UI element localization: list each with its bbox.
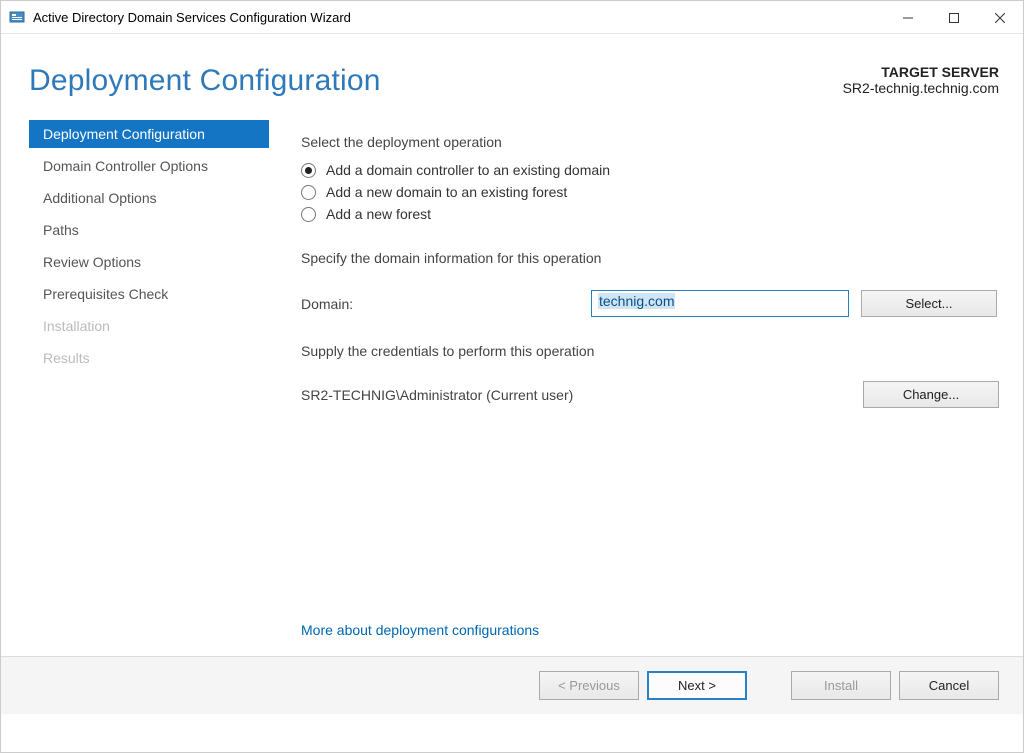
sidebar-item-label: Prerequisites Check bbox=[43, 286, 168, 302]
target-server-label: TARGET SERVER bbox=[843, 64, 999, 80]
sidebar-item-label: Additional Options bbox=[43, 190, 157, 206]
close-button[interactable] bbox=[977, 1, 1023, 34]
sidebar-item-label: Review Options bbox=[43, 254, 141, 270]
sidebar-item-installation: Installation bbox=[29, 312, 269, 340]
radio-new-forest[interactable]: Add a new forest bbox=[301, 206, 999, 222]
sidebar-item-label: Installation bbox=[43, 318, 110, 334]
domain-input-value: technig.com bbox=[598, 293, 675, 309]
credentials-row: SR2-TECHNIG\Administrator (Current user)… bbox=[301, 381, 999, 408]
sidebar-item-review-options[interactable]: Review Options bbox=[29, 248, 269, 276]
target-server-info: TARGET SERVER SR2-technig.technig.com bbox=[843, 64, 999, 96]
radio-label: Add a domain controller to an existing d… bbox=[326, 162, 610, 178]
deployment-operation-radios: Add a domain controller to an existing d… bbox=[301, 162, 999, 228]
sidebar-item-label: Results bbox=[43, 350, 90, 366]
previous-button[interactable]: < Previous bbox=[539, 671, 639, 700]
credentials-value: SR2-TECHNIG\Administrator (Current user) bbox=[301, 387, 863, 403]
app-icon bbox=[9, 9, 25, 25]
credentials-label: Supply the credentials to perform this o… bbox=[301, 343, 999, 359]
select-operation-label: Select the deployment operation bbox=[301, 134, 999, 150]
window-title: Active Directory Domain Services Configu… bbox=[33, 10, 885, 25]
body: Deployment Configuration Domain Controll… bbox=[1, 108, 1023, 656]
maximize-button[interactable] bbox=[931, 1, 977, 34]
sidebar-item-results: Results bbox=[29, 344, 269, 372]
change-credentials-button[interactable]: Change... bbox=[863, 381, 999, 408]
sidebar-item-deployment-configuration[interactable]: Deployment Configuration bbox=[29, 120, 269, 148]
radio-indicator-icon bbox=[301, 163, 316, 178]
header: Deployment Configuration TARGET SERVER S… bbox=[1, 34, 1023, 108]
page-title: Deployment Configuration bbox=[29, 64, 381, 98]
radio-indicator-icon bbox=[301, 207, 316, 222]
sidebar-item-additional-options[interactable]: Additional Options bbox=[29, 184, 269, 212]
radio-label: Add a new forest bbox=[326, 206, 431, 222]
sidebar-item-paths[interactable]: Paths bbox=[29, 216, 269, 244]
next-button[interactable]: Next > bbox=[647, 671, 747, 700]
sidebar-item-label: Paths bbox=[43, 222, 79, 238]
window-controls bbox=[885, 1, 1023, 33]
footer: < Previous Next > Install Cancel bbox=[1, 656, 1023, 714]
radio-indicator-icon bbox=[301, 185, 316, 200]
target-server-name: SR2-technig.technig.com bbox=[843, 80, 999, 96]
specify-domain-label: Specify the domain information for this … bbox=[301, 250, 999, 266]
sidebar-item-domain-controller-options[interactable]: Domain Controller Options bbox=[29, 152, 269, 180]
select-domain-button[interactable]: Select... bbox=[861, 290, 997, 317]
sidebar-item-label: Domain Controller Options bbox=[43, 158, 208, 174]
radio-new-domain-existing-forest[interactable]: Add a new domain to an existing forest bbox=[301, 184, 999, 200]
domain-input[interactable]: technig.com bbox=[591, 290, 849, 317]
radio-existing-domain[interactable]: Add a domain controller to an existing d… bbox=[301, 162, 999, 178]
sidebar-item-prerequisites-check[interactable]: Prerequisites Check bbox=[29, 280, 269, 308]
install-button[interactable]: Install bbox=[791, 671, 891, 700]
titlebar: Active Directory Domain Services Configu… bbox=[1, 1, 1023, 34]
main-content: Select the deployment operation Add a do… bbox=[269, 120, 999, 656]
sidebar: Deployment Configuration Domain Controll… bbox=[29, 120, 269, 656]
cancel-button[interactable]: Cancel bbox=[899, 671, 999, 700]
domain-label: Domain: bbox=[301, 296, 591, 312]
minimize-button[interactable] bbox=[885, 1, 931, 34]
domain-field-row: Domain: technig.com Select... bbox=[301, 290, 999, 317]
radio-label: Add a new domain to an existing forest bbox=[326, 184, 567, 200]
more-about-link[interactable]: More about deployment configurations bbox=[301, 622, 999, 638]
sidebar-item-label: Deployment Configuration bbox=[43, 126, 205, 142]
